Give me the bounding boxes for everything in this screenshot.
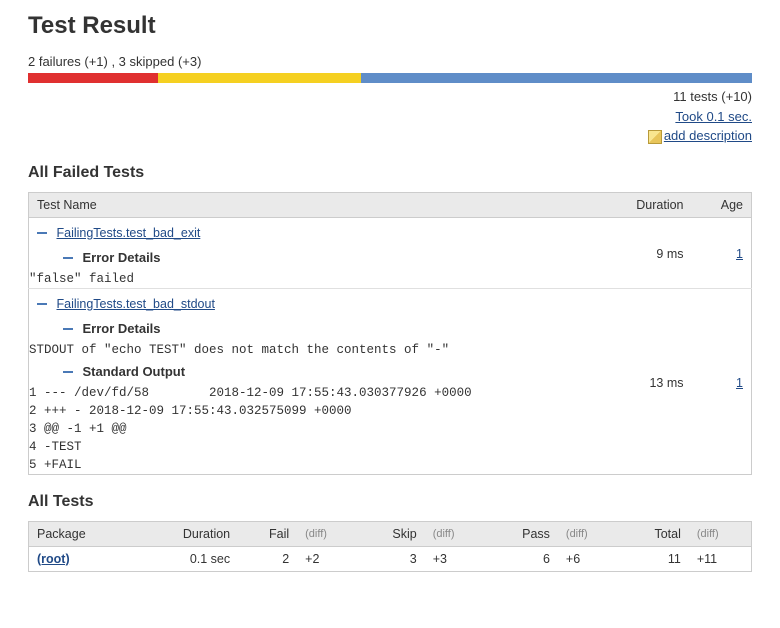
stdout-line: 2 +++ - 2018-12-09 17:55:43.032575099 +0…: [29, 402, 629, 420]
failed-test-link[interactable]: FailingTests.test_bad_exit: [56, 226, 200, 240]
total-cell: 11: [620, 546, 689, 571]
error-details-body: STDOUT of "echo TEST" does not match the…: [29, 341, 629, 359]
collapse-icon[interactable]: [37, 299, 47, 309]
stdout-line: 4 -TEST: [29, 438, 629, 456]
error-details-heading: Error Details: [82, 250, 160, 265]
col-total-diff: (diff): [689, 521, 752, 546]
stdout-line: 3 @@ -1 +1 @@: [29, 420, 629, 438]
col-duration: Duration: [628, 192, 691, 217]
all-tests-table: Package Duration Fail (diff) Skip (diff)…: [28, 521, 752, 572]
duration-value: 9 ms: [628, 217, 691, 288]
took-link[interactable]: Took 0.1 sec.: [675, 109, 752, 124]
collapse-icon[interactable]: [37, 228, 47, 238]
bar-fail-segment: [28, 73, 158, 83]
failed-tests-heading: All Failed Tests: [28, 164, 752, 182]
collapse-icon[interactable]: [63, 367, 73, 377]
result-bar: [28, 73, 752, 83]
error-details-body: "false" failed: [29, 270, 629, 289]
tests-count: 11 tests (+10): [28, 87, 752, 107]
skip-cell: 3: [359, 546, 425, 571]
pass-diff-cell: +6: [558, 546, 620, 571]
failed-tests-table: Test Name Duration Age FailingTests.test…: [28, 192, 752, 475]
summary-counts: 2 failures (+1) , 3 skipped (+3): [28, 54, 752, 69]
col-pass-diff: (diff): [558, 521, 620, 546]
bar-pass-segment: [361, 73, 752, 83]
age-link[interactable]: 1: [736, 376, 743, 390]
col-test-name: Test Name: [29, 192, 629, 217]
duration-value: 13 ms: [628, 288, 691, 474]
col-skip-diff: (diff): [425, 521, 487, 546]
skip-diff-cell: +3: [425, 546, 487, 571]
collapse-icon[interactable]: [63, 324, 73, 334]
age-link[interactable]: 1: [736, 247, 743, 261]
fail-cell: 2: [238, 546, 297, 571]
stdout-line: 5 +FAIL: [29, 456, 629, 475]
collapse-icon[interactable]: [63, 253, 73, 263]
col-fail: Fail: [238, 521, 297, 546]
col-skip: Skip: [359, 521, 425, 546]
package-link[interactable]: (root): [37, 552, 70, 566]
pass-cell: 6: [486, 546, 558, 571]
col-package: Package: [29, 521, 135, 546]
page-title: Test Result: [28, 12, 752, 40]
col-pass: Pass: [486, 521, 558, 546]
col-age: Age: [692, 192, 752, 217]
col-fail-diff: (diff): [297, 521, 359, 546]
failed-test-link[interactable]: FailingTests.test_bad_stdout: [56, 297, 214, 311]
total-diff-cell: +11: [689, 546, 752, 571]
edit-icon: [648, 130, 662, 144]
standard-output-heading: Standard Output: [82, 364, 185, 379]
col-total: Total: [620, 521, 689, 546]
all-tests-heading: All Tests: [28, 493, 752, 511]
table-row: (root) 0.1 sec 2 +2 3 +3 6 +6 11 +11: [29, 546, 752, 571]
error-details-heading: Error Details: [82, 321, 160, 336]
stdout-line: 1 --- /dev/fd/58 2018-12-09 17:55:43.030…: [29, 384, 629, 402]
add-description-link[interactable]: add description: [664, 128, 752, 143]
duration-cell: 0.1 sec: [135, 546, 238, 571]
fail-diff-cell: +2: [297, 546, 359, 571]
bar-skip-segment: [158, 73, 361, 83]
col-duration: Duration: [135, 521, 238, 546]
